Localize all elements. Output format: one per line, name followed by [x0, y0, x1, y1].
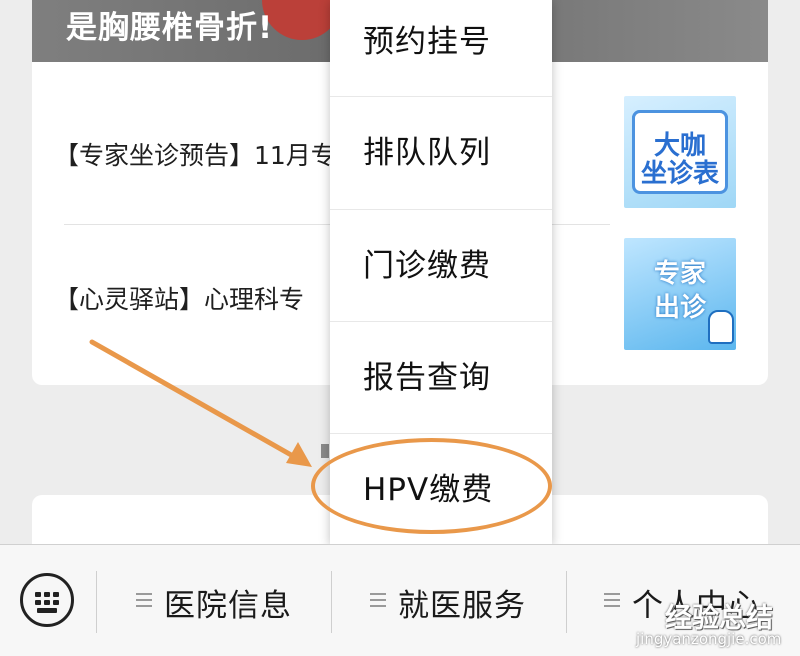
menu-item-queue[interactable]: 排队队列: [330, 97, 552, 209]
tab-label: 医院信息: [164, 588, 292, 624]
menu-item-label: 门诊缴费: [363, 248, 491, 284]
menu-item-label: 排队队列: [363, 135, 491, 171]
menu-item-outpatient-payment[interactable]: 门诊缴费: [330, 210, 552, 322]
tab-medical-services[interactable]: 就医服务: [370, 575, 550, 625]
menu-item-label: 预约挂号: [363, 24, 491, 60]
tab-label: 就医服务: [398, 588, 526, 624]
menu-item-report-query[interactable]: 报告查询: [330, 322, 552, 434]
menu-icon: [604, 592, 620, 608]
keyboard-icon[interactable]: [20, 573, 74, 627]
watermark-url: jingyanzongjie.com: [636, 630, 782, 648]
menu-icon: [370, 592, 386, 608]
annotation-circle: [311, 438, 552, 534]
menu-icon: [136, 592, 152, 608]
menu-item-label: 报告查询: [363, 360, 491, 396]
tab-divider: [331, 571, 332, 633]
tab-hospital-info[interactable]: 医院信息: [136, 575, 316, 625]
tab-divider: [566, 571, 567, 633]
tab-divider: [96, 571, 97, 633]
